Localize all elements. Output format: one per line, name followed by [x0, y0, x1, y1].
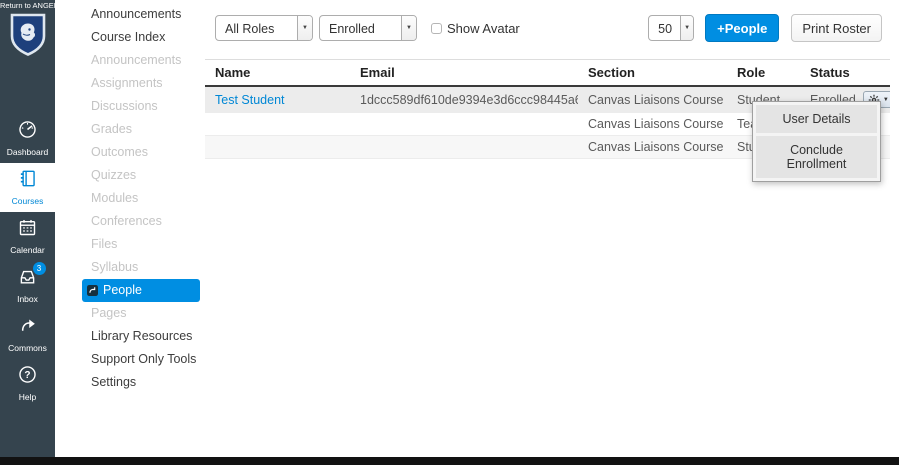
dashboard-icon: [16, 119, 40, 140]
enrollment-filter-select[interactable]: Enrolled ▼: [319, 15, 417, 41]
return-to-angel-link[interactable]: Return to ANGEL: [0, 0, 55, 10]
course-nav-outcomes[interactable]: Outcomes: [85, 141, 200, 164]
dropdown-caret-icon: ▼: [297, 16, 312, 40]
penn-state-shield-logo[interactable]: [0, 10, 55, 64]
name-cell: [205, 112, 350, 136]
sidebar-item-inbox[interactable]: 3 Inbox: [0, 261, 55, 310]
page-size-value: 50: [658, 22, 673, 36]
app-root: Return to ANGEL Dashboard Courses Calend…: [0, 0, 899, 457]
course-nav-grades[interactable]: Grades: [85, 118, 200, 141]
global-nav: Dashboard Courses Calendar 3 Inbox Commo…: [0, 114, 55, 408]
column-header-name[interactable]: Name: [205, 59, 350, 87]
dropdown-caret-icon: ▼: [680, 16, 694, 40]
caret-down-icon: ▼: [882, 96, 889, 103]
roles-filter-value: All Roles: [225, 22, 275, 36]
section-cell: Canvas Liaisons Course Master: [578, 112, 727, 136]
sidebar-label-inbox: Inbox: [17, 294, 38, 304]
course-nav-library-resources[interactable]: Library Resources: [85, 325, 200, 348]
course-nav-quizzes[interactable]: Quizzes: [85, 164, 200, 187]
name-cell: [205, 135, 350, 159]
column-header-status[interactable]: Status: [800, 59, 890, 87]
sidebar-label-dashboard: Dashboard: [6, 147, 49, 157]
roles-filter-select[interactable]: All Roles ▼: [215, 15, 313, 41]
add-people-button[interactable]: +People: [705, 14, 780, 42]
course-nav-people-label: People: [103, 283, 142, 297]
roster-toolbar: All Roles ▼ Enrolled ▼ Show Avatar 50 ▼ …: [215, 14, 882, 42]
roster-header-row: Name Email Section Role Status: [205, 59, 890, 87]
inbox-unread-badge: 3: [32, 262, 46, 275]
people-active-icon: [87, 285, 98, 296]
sidebar-item-help[interactable]: ? Help: [0, 359, 55, 408]
course-nav-pages[interactable]: Pages: [85, 302, 200, 325]
sidebar-item-courses[interactable]: Courses: [0, 163, 55, 212]
course-nav-announcements[interactable]: Announcements: [85, 3, 200, 26]
course-nav-files[interactable]: Files: [85, 233, 200, 256]
dropdown-caret-icon: ▼: [401, 16, 416, 40]
show-avatar-label: Show Avatar: [447, 20, 520, 36]
student-name-link[interactable]: Test Student: [215, 93, 285, 107]
global-sidebar: Return to ANGEL Dashboard Courses Calend…: [0, 0, 55, 457]
show-avatar-group: Show Avatar: [431, 21, 520, 36]
people-page-main: All Roles ▼ Enrolled ▼ Show Avatar 50 ▼ …: [205, 0, 899, 457]
course-nav: Announcements Course Index Announcements…: [55, 0, 205, 457]
course-nav-syllabus[interactable]: Syllabus: [85, 256, 200, 279]
enrollment-filter-value: Enrolled: [329, 22, 375, 36]
sidebar-item-commons[interactable]: Commons: [0, 310, 55, 359]
svg-text:?: ?: [24, 370, 30, 381]
courses-icon: [16, 168, 40, 189]
course-nav-modules[interactable]: Modules: [85, 187, 200, 210]
calendar-icon: [16, 217, 40, 238]
sidebar-item-calendar[interactable]: Calendar: [0, 212, 55, 261]
sidebar-item-dashboard[interactable]: Dashboard: [0, 114, 55, 163]
menu-item-user-details[interactable]: User Details: [756, 105, 877, 133]
section-cell: Canvas Liaisons Course Master: [578, 86, 727, 113]
course-nav-people[interactable]: People: [82, 279, 200, 302]
help-icon: ?: [16, 364, 40, 385]
menu-item-conclude-enrollment[interactable]: Conclude Enrollment: [756, 136, 877, 178]
sidebar-label-commons: Commons: [8, 343, 47, 353]
sidebar-label-courses: Courses: [11, 196, 44, 206]
email-cell: [350, 112, 578, 136]
course-nav-settings[interactable]: Settings: [85, 371, 200, 394]
commons-icon: [16, 315, 40, 336]
course-nav-course-index[interactable]: Course Index: [85, 26, 200, 49]
enrollment-options-menu: User Details Conclude Enrollment: [752, 101, 881, 182]
course-nav-announcements-hidden[interactable]: Announcements: [85, 49, 200, 72]
course-nav-discussions[interactable]: Discussions: [85, 95, 200, 118]
sidebar-label-help: Help: [18, 392, 37, 402]
column-header-section[interactable]: Section: [578, 59, 727, 87]
print-roster-button[interactable]: Print Roster: [791, 14, 882, 42]
inbox-icon: 3: [16, 262, 46, 287]
column-header-email[interactable]: Email: [350, 59, 578, 87]
bottom-bar: [0, 457, 899, 465]
column-header-role[interactable]: Role: [727, 59, 800, 87]
course-nav-conferences[interactable]: Conferences: [85, 210, 200, 233]
course-nav-support-only-tools[interactable]: Support Only Tools: [85, 348, 200, 371]
email-cell: [350, 135, 578, 159]
page-size-select[interactable]: 50 ▼: [648, 15, 695, 41]
email-cell: 1dccc589df610de9394e3d6ccc98445a670026a1: [350, 86, 578, 113]
course-nav-assignments[interactable]: Assignments: [85, 72, 200, 95]
show-avatar-checkbox[interactable]: [431, 22, 442, 34]
sidebar-label-calendar: Calendar: [10, 245, 45, 255]
section-cell: Canvas Liaisons Course Master: [578, 135, 727, 159]
